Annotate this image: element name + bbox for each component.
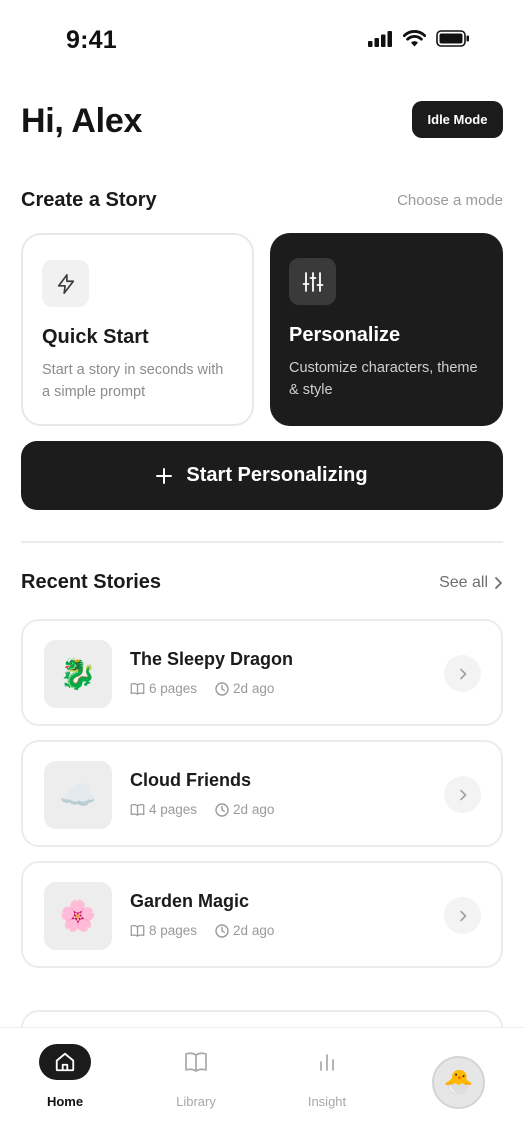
- personalize-card[interactable]: Personalize Customize characters, theme …: [270, 233, 503, 426]
- book-icon: [170, 1044, 222, 1080]
- pages-meta: 4 pages: [130, 802, 197, 817]
- open-story-button[interactable]: [444, 897, 481, 934]
- header: Hi, Alex Idle Mode: [21, 100, 503, 144]
- clock-icon: [215, 923, 229, 938]
- see-all-link[interactable]: See all: [439, 574, 503, 592]
- bottom-tab-bar: Home Library Insight 🐣: [0, 1027, 524, 1140]
- book-icon: [130, 804, 145, 816]
- story-title: Garden Magic: [130, 891, 250, 911]
- story-card[interactable]: ☁️ Cloud Friends 4 pages 2d ago: [21, 740, 503, 847]
- chevron-right-icon: [495, 576, 502, 589]
- chevron-right-icon: [459, 789, 466, 800]
- pages-meta: 6 pages: [130, 681, 197, 696]
- recent-stories-title: Recent Stories: [21, 571, 162, 593]
- story-thumbnail: 🌸: [44, 882, 112, 950]
- story-age: 2d ago: [233, 802, 275, 817]
- age-meta: 2d ago: [215, 681, 274, 696]
- clock-icon: [215, 802, 229, 817]
- story-age: 2d ago: [233, 923, 275, 938]
- lightning-icon: [42, 260, 89, 307]
- book-icon: [130, 683, 145, 695]
- home-icon: [39, 1044, 91, 1080]
- start-personalizing-button[interactable]: Start Personalizing: [21, 441, 503, 510]
- personalize-description: Customize characters, theme & style: [289, 360, 478, 398]
- story-age: 2d ago: [233, 681, 275, 696]
- greeting-title: Hi, Alex: [21, 102, 143, 140]
- tab-home[interactable]: Home: [15, 1044, 115, 1109]
- create-story-title: Create a Story: [21, 189, 157, 211]
- create-story-header: Create a Story Choose a mode: [21, 189, 503, 212]
- age-meta: 2d ago: [215, 802, 274, 817]
- pages-meta: 8 pages: [130, 923, 197, 938]
- tab-home-label: Home: [46, 1094, 84, 1109]
- tab-library-label: Library: [176, 1094, 216, 1109]
- story-thumbnail: 🐉: [44, 640, 112, 708]
- story-meta: 8 pages 2d ago: [130, 923, 274, 938]
- tab-library[interactable]: Library: [146, 1044, 246, 1109]
- open-story-button[interactable]: [444, 776, 481, 813]
- choose-mode-hint: Choose a mode: [397, 192, 503, 209]
- story-meta: 6 pages 2d ago: [130, 681, 274, 696]
- clock-icon: [215, 681, 229, 696]
- book-icon: [130, 925, 145, 937]
- status-icons: [368, 30, 470, 47]
- story-pages: 6 pages: [149, 681, 198, 696]
- chevron-right-icon: [459, 910, 466, 921]
- tab-insight-label: Insight: [307, 1094, 347, 1109]
- sliders-icon: [289, 258, 336, 305]
- see-all-label: See all: [439, 573, 488, 591]
- battery-icon: [436, 30, 469, 47]
- chevron-right-icon: [459, 668, 466, 679]
- idle-mode-button[interactable]: Idle Mode: [412, 101, 503, 138]
- quick-start-card[interactable]: Quick Start Start a story in seconds wit…: [21, 233, 254, 426]
- open-story-button[interactable]: [444, 655, 481, 692]
- section-divider: [21, 541, 503, 543]
- story-title: The Sleepy Dragon: [130, 649, 294, 669]
- wifi-icon: [403, 30, 426, 47]
- quick-start-description: Start a story in seconds with a simple p…: [42, 362, 224, 400]
- status-time: 9:41: [66, 26, 117, 54]
- story-pages: 4 pages: [149, 802, 198, 817]
- status-bar: 9:41: [0, 0, 524, 82]
- personalize-title: Personalize: [289, 324, 401, 346]
- plus-icon: [156, 467, 173, 484]
- story-title: Cloud Friends: [130, 770, 251, 790]
- start-personalizing-label: Start Personalizing: [186, 464, 368, 486]
- quick-start-title: Quick Start: [42, 326, 149, 348]
- bar-chart-icon: [301, 1044, 353, 1080]
- tab-insight[interactable]: Insight: [277, 1044, 377, 1109]
- story-meta: 4 pages 2d ago: [130, 802, 274, 817]
- signal-icon: [368, 30, 392, 47]
- age-meta: 2d ago: [215, 923, 274, 938]
- profile-avatar[interactable]: 🐣: [432, 1056, 485, 1109]
- recent-stories-header: Recent Stories See all: [21, 571, 503, 594]
- story-thumbnail: ☁️: [44, 761, 112, 829]
- story-pages: 8 pages: [149, 923, 198, 938]
- story-card[interactable]: 🐉 The Sleepy Dragon 6 pages 2d ago: [21, 619, 503, 726]
- story-card[interactable]: 🌸 Garden Magic 8 pages 2d ago: [21, 861, 503, 968]
